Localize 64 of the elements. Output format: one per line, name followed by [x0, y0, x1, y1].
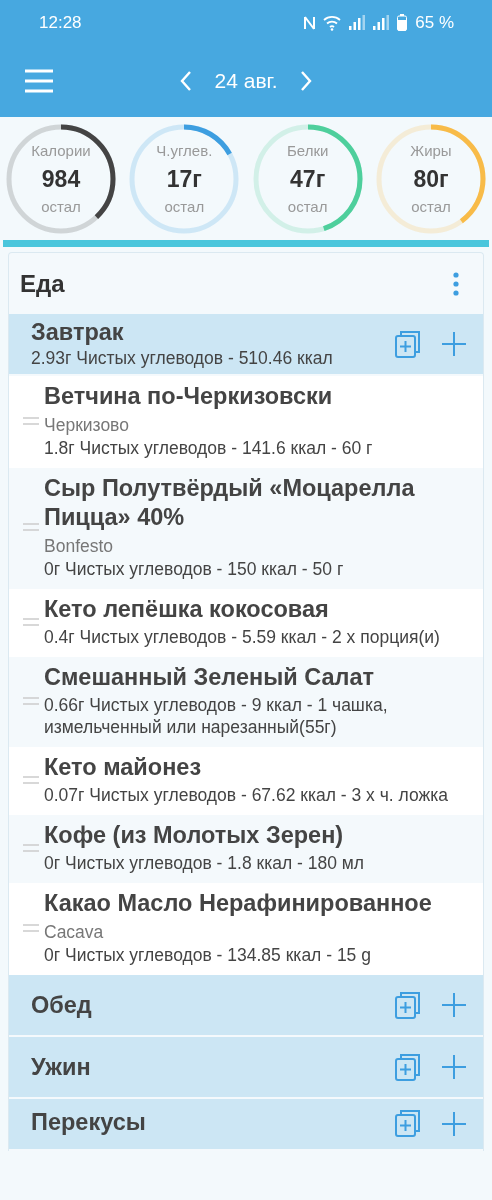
add-button[interactable]: [441, 331, 467, 357]
food-name: Кофе (из Молотых Зерен): [44, 821, 345, 850]
battery-icon: [397, 14, 408, 31]
ring-caption: остал: [411, 197, 451, 217]
food-details: 0.4г Чистых углеводов - 5.59 ккал - 2 x порция(и): [44, 626, 440, 648]
wifi-icon: [323, 14, 342, 31]
signal-icon: [373, 15, 390, 30]
next-day-button[interactable]: [299, 70, 314, 92]
meal-name: Обед: [31, 991, 93, 1019]
previous-day-button[interactable]: [178, 70, 193, 92]
meal-header[interactable]: Завтрак 2.93г Чистых углеводов - 510.46 ккал: [9, 314, 483, 376]
menu-icon[interactable]: [24, 69, 54, 93]
food-name: Смешанный Зеленый Салат: [44, 663, 376, 692]
food-details: 0г Чистых углеводов - 150 ккал - 50 г: [44, 558, 345, 580]
food-name: Ветчина по-Черкизовски: [44, 382, 334, 411]
food-entry[interactable]: Сыр Полутвёрдый «Моцарелла Пицца» 40% Bonfesto 0г Чистых углеводов - 150 ккал - 50 г: [9, 468, 483, 589]
ring-value: 47г: [290, 165, 326, 194]
food-details: 0.66г Чистых углеводов - 9 ккал - 1 чашка, измельченный или нарезанный(55г): [44, 694, 389, 738]
food-details: 0.07г Чистых углеводов - 67.62 ккал - 3 x ч. ложка: [44, 784, 448, 806]
food-details: 0г Чистых углеводов - 1.8 ккал - 180 мл: [44, 852, 364, 874]
food-entry[interactable]: Ветчина по-Черкизовски Черкизово 1.8г Чистых углеводов - 141.6 ккал - 60 г: [9, 376, 483, 468]
copy-add-button[interactable]: [394, 1052, 421, 1082]
ring-value: 80г: [413, 165, 449, 194]
meal-header[interactable]: Ужин: [9, 1037, 483, 1099]
ring-label: Белки: [286, 141, 329, 161]
copy-add-button[interactable]: [394, 990, 421, 1020]
meal-name: Перекусы: [31, 1109, 147, 1136]
meal-summary: 2.93г Чистых углеводов - 510.46 ккал: [31, 348, 334, 369]
meal-header[interactable]: Перекусы: [9, 1099, 483, 1151]
ring-value: 17г: [166, 165, 202, 194]
add-button[interactable]: [441, 992, 467, 1018]
food-name: Кето майонез: [44, 753, 203, 782]
food-entry[interactable]: Кофе (из Молотых Зерен) 0г Чистых углеводов - 1.8 ккал - 180 мл: [9, 815, 483, 883]
copy-add-button[interactable]: [394, 329, 421, 359]
food-brand: Bonfesto: [44, 535, 115, 558]
food-name: Сыр Полутвёрдый «Моцарелла Пицца» 40%: [44, 474, 416, 532]
ring-label: Калории: [31, 141, 91, 161]
meal-name: Завтрак: [31, 319, 125, 346]
food-name: Кето лепёшка кокосовая: [44, 595, 330, 624]
meal-header[interactable]: Обед: [9, 975, 483, 1037]
ring-value: 984: [41, 165, 81, 194]
food-details: 0г Чистых углеводов - 134.85 ккал - 15 g: [44, 944, 372, 966]
add-button[interactable]: [441, 1110, 467, 1137]
ring-caption: остал: [164, 197, 205, 217]
nfc-icon: [304, 14, 316, 31]
food-name: Какао Масло Нерафинированное: [44, 889, 432, 918]
section-title: Еда: [20, 269, 66, 298]
ring-label: Ч.углев.: [156, 141, 213, 161]
food-details: 1.8г Чистых углеводов - 141.6 ккал - 60 г: [44, 437, 373, 459]
signal-icon: [349, 15, 366, 30]
battery-percent: 65 %: [415, 12, 454, 33]
food-brand: Черкизово: [44, 414, 130, 437]
food-entry[interactable]: Кето лепёшка кокосовая 0.4г Чистых углеводов - 5.59 ккал - 2 x порция(и): [9, 589, 483, 657]
ring-caption: остал: [41, 197, 81, 217]
ring-caption: остал: [287, 197, 328, 217]
ring-label: Жиры: [410, 141, 452, 161]
food-entry[interactable]: Какао Масло Нерафинированное Cacava 0г Чистых углеводов - 134.85 ккал - 15 g: [9, 883, 483, 975]
clock-time: 12:28: [39, 12, 82, 33]
food-brand: Cacava: [44, 921, 105, 944]
food-entry[interactable]: Смешанный Зеленый Салат 0.66г Чистых углеводов - 9 ккал - 1 чашка, измельченный или нарезанный(55г): [9, 657, 483, 747]
copy-add-button[interactable]: [394, 1109, 421, 1138]
add-button[interactable]: [441, 1054, 467, 1080]
food-entry[interactable]: Кето майонез 0.07г Чистых углеводов - 67.62 ккал - 3 x ч. ложка: [9, 747, 483, 815]
meal-name: Ужин: [31, 1053, 92, 1081]
